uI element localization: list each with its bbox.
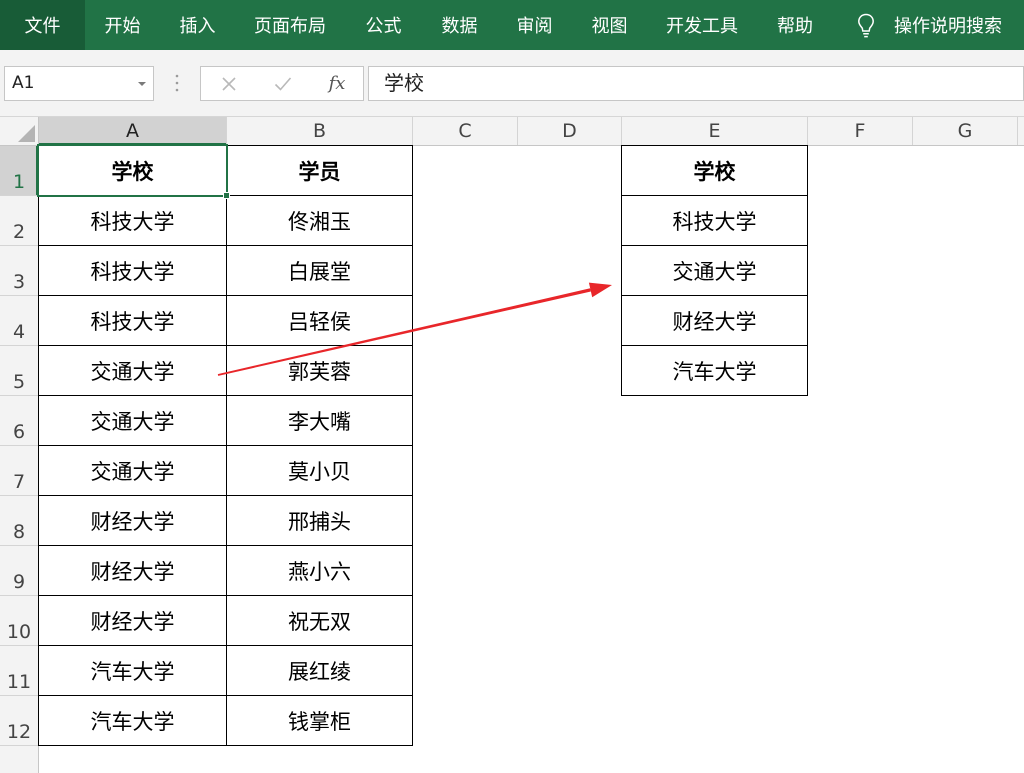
tab-data[interactable]: 数据 — [422, 0, 497, 50]
school-student-table: 学校 学员 科技大学 佟湘玉 科技大学 白展堂 科技大学 吕轻侯 交通大学 郭芙… — [38, 145, 413, 746]
row-header-8[interactable]: 8 — [0, 496, 38, 546]
ribbon-tab-bar: 文件 开始 插入 页面布局 公式 数据 审阅 视图 开发工具 帮助 操作说明搜索 — [0, 0, 1024, 50]
cancel-icon — [222, 76, 236, 91]
cell-a2[interactable]: 科技大学 — [39, 196, 227, 246]
row-header-2[interactable]: 2 — [0, 196, 38, 246]
row-header-3[interactable]: 3 — [0, 246, 38, 296]
cell-a7[interactable]: 交通大学 — [39, 446, 227, 496]
cell-b7[interactable]: 莫小贝 — [227, 446, 413, 496]
select-all-button[interactable] — [0, 117, 39, 145]
arrow-head — [588, 282, 612, 298]
cell-a12[interactable]: 汽车大学 — [39, 696, 227, 746]
column-header-e[interactable]: E — [622, 117, 808, 145]
cell-b9[interactable]: 燕小六 — [227, 546, 413, 596]
select-all-triangle-icon — [18, 125, 35, 142]
tab-formulas[interactable]: 公式 — [345, 0, 422, 50]
cell-a9[interactable]: 财经大学 — [39, 546, 227, 596]
tab-insert[interactable]: 插入 — [160, 0, 235, 50]
row-header-6[interactable]: 6 — [0, 396, 38, 446]
fill-handle[interactable] — [223, 192, 230, 199]
cell-e3[interactable]: 交通大学 — [622, 246, 808, 296]
cell-a8[interactable]: 财经大学 — [39, 496, 227, 546]
cell-b3[interactable]: 白展堂 — [227, 246, 413, 296]
cell-e1[interactable]: 学校 — [622, 146, 808, 196]
cell-b6[interactable]: 李大嘴 — [227, 396, 413, 446]
tab-page-layout[interactable]: 页面布局 — [235, 0, 345, 50]
row-header-5[interactable]: 5 — [0, 346, 38, 396]
row-header-1[interactable]: 1 — [0, 146, 38, 196]
cell-b12[interactable]: 钱掌柜 — [227, 696, 413, 746]
chevron-down-icon[interactable] — [138, 82, 146, 86]
tell-me-search[interactable]: 操作说明搜索 — [850, 0, 1020, 50]
cell-b10[interactable]: 祝无双 — [227, 596, 413, 646]
cell-a3[interactable]: 科技大学 — [39, 246, 227, 296]
row-header-11[interactable]: 11 — [0, 646, 38, 696]
cell-b4[interactable]: 吕轻侯 — [227, 296, 413, 346]
cell-a11[interactable]: 汽车大学 — [39, 646, 227, 696]
row-header-10[interactable]: 10 — [0, 596, 38, 646]
cell-a5[interactable]: 交通大学 — [39, 346, 227, 396]
column-header-b[interactable]: B — [227, 117, 413, 145]
tab-file[interactable]: 文件 — [0, 0, 85, 50]
insert-function-button[interactable]: fx — [317, 67, 357, 100]
cell-a1[interactable]: 学校 — [39, 146, 227, 196]
cancel-button[interactable] — [209, 67, 249, 100]
cell-a4[interactable]: 科技大学 — [39, 296, 227, 346]
tab-help[interactable]: 帮助 — [757, 0, 833, 50]
column-header-g[interactable]: G — [913, 117, 1018, 145]
lightbulb-icon — [858, 13, 874, 38]
column-header-c[interactable]: C — [413, 117, 518, 145]
column-header-h[interactable] — [1018, 117, 1024, 145]
cell-b5[interactable]: 郭芙蓉 — [227, 346, 413, 396]
function-icon: fx — [328, 73, 346, 94]
cell-b8[interactable]: 邢捕头 — [227, 496, 413, 546]
cell-a6[interactable]: 交通大学 — [39, 396, 227, 446]
grip-dots-icon[interactable] — [174, 73, 180, 93]
column-header-a[interactable]: A — [39, 117, 227, 145]
formula-buttons: fx — [200, 66, 364, 101]
column-header-f[interactable]: F — [808, 117, 913, 145]
tab-view[interactable]: 视图 — [572, 0, 647, 50]
row-header-12[interactable]: 12 — [0, 696, 38, 746]
cell-b2[interactable]: 佟湘玉 — [227, 196, 413, 246]
cell-a10[interactable]: 财经大学 — [39, 596, 227, 646]
cell-b11[interactable]: 展红绫 — [227, 646, 413, 696]
formula-input[interactable]: 学校 — [368, 66, 1024, 101]
formula-input-value: 学校 — [384, 71, 424, 95]
cell-b1[interactable]: 学员 — [227, 146, 413, 196]
cell-e4[interactable]: 财经大学 — [622, 296, 808, 346]
tell-me-label: 操作说明搜索 — [894, 16, 1002, 37]
name-box-value: A1 — [12, 73, 35, 93]
row-header-13[interactable] — [0, 746, 38, 773]
cell-e5[interactable]: 汽车大学 — [622, 346, 808, 396]
unique-school-table: 学校 科技大学 交通大学 财经大学 汽车大学 — [621, 145, 808, 396]
check-icon — [274, 76, 292, 91]
row-header-9[interactable]: 9 — [0, 546, 38, 596]
formula-bar-area: A1 fx 学校 — [0, 50, 1024, 117]
column-header-bar: A B C D E F G — [0, 117, 1024, 146]
row-header-4[interactable]: 4 — [0, 296, 38, 346]
tab-home[interactable]: 开始 — [85, 0, 160, 50]
cell-e2[interactable]: 科技大学 — [622, 196, 808, 246]
tab-review[interactable]: 审阅 — [497, 0, 572, 50]
enter-button[interactable] — [263, 67, 303, 100]
row-header-bar: 1 2 3 4 5 6 7 8 9 10 11 12 — [0, 146, 39, 773]
row-header-7[interactable]: 7 — [0, 446, 38, 496]
column-header-d[interactable]: D — [518, 117, 622, 145]
tab-developer[interactable]: 开发工具 — [647, 0, 757, 50]
name-box[interactable]: A1 — [4, 66, 154, 101]
